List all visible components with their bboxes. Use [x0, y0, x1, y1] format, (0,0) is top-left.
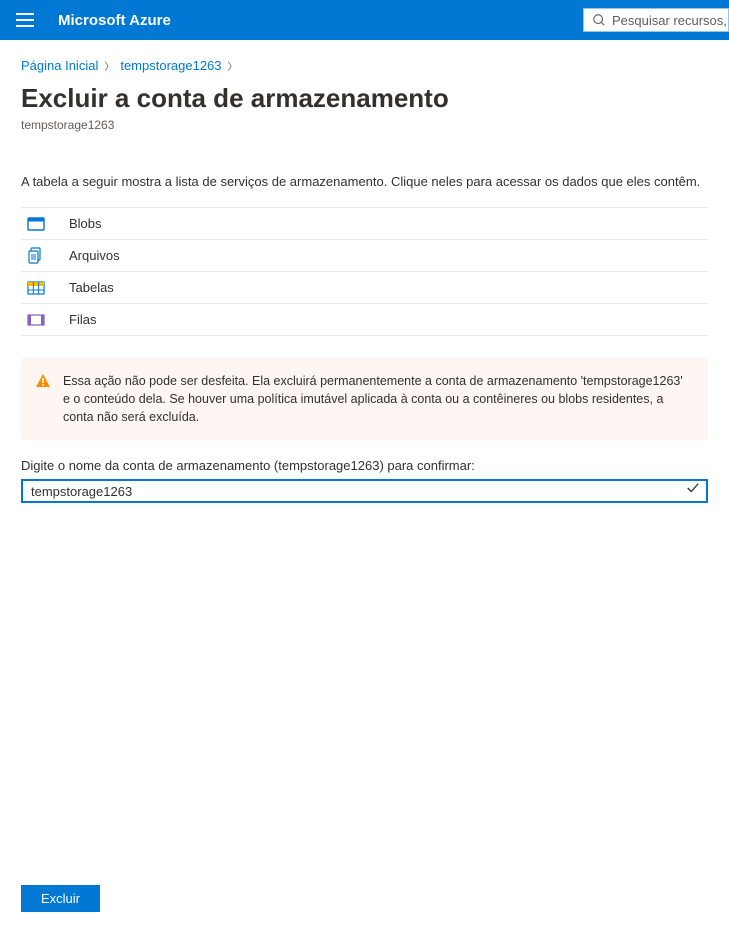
- warning-text: Essa ação não pode ser desfeita. Ela exc…: [63, 372, 692, 426]
- files-icon: [27, 247, 69, 265]
- brand-label: Microsoft Azure: [58, 12, 171, 29]
- service-row-blobs[interactable]: Blobs: [21, 208, 708, 240]
- service-row-files[interactable]: Arquivos: [21, 240, 708, 272]
- confirm-label: Digite o nome da conta de armazenamento …: [21, 458, 708, 473]
- queues-icon: [27, 311, 69, 329]
- top-navbar: Microsoft Azure Pesquisar recursos, serv…: [0, 0, 729, 40]
- service-label: Blobs: [69, 216, 102, 231]
- intro-text: A tabela a seguir mostra a lista de serv…: [21, 174, 708, 189]
- page-title: Excluir a conta de armazenamento: [21, 83, 708, 114]
- blobs-icon: [27, 215, 69, 233]
- service-label: Tabelas: [69, 280, 114, 295]
- search-placeholder: Pesquisar recursos, servi: [612, 13, 729, 28]
- checkmark-icon: [686, 481, 700, 495]
- services-list: Blobs Arquivos: [21, 207, 708, 336]
- breadcrumb-home[interactable]: Página Inicial: [21, 58, 98, 73]
- breadcrumb: Página Inicial 〉 tempstorage1263 〉: [21, 58, 708, 73]
- hamburger-menu-icon[interactable]: [16, 10, 36, 30]
- tables-icon: [27, 279, 69, 297]
- service-label: Filas: [69, 312, 96, 327]
- page-subtitle: tempstorage1263: [21, 118, 708, 132]
- service-label: Arquivos: [69, 248, 120, 263]
- global-search-input[interactable]: Pesquisar recursos, servi: [583, 8, 729, 32]
- delete-button[interactable]: Excluir: [21, 885, 100, 912]
- warning-banner: Essa ação não pode ser desfeita. Ela exc…: [21, 358, 708, 440]
- service-row-tables[interactable]: Tabelas: [21, 272, 708, 304]
- breadcrumb-resource[interactable]: tempstorage1263: [120, 58, 221, 73]
- confirm-name-input[interactable]: [21, 479, 708, 503]
- chevron-right-icon: 〉: [104, 58, 114, 73]
- service-row-queues[interactable]: Filas: [21, 304, 708, 336]
- chevron-right-icon: 〉: [228, 58, 238, 73]
- search-icon: [592, 13, 606, 27]
- warning-icon: [35, 373, 51, 389]
- footer-actions: Excluir: [21, 885, 100, 912]
